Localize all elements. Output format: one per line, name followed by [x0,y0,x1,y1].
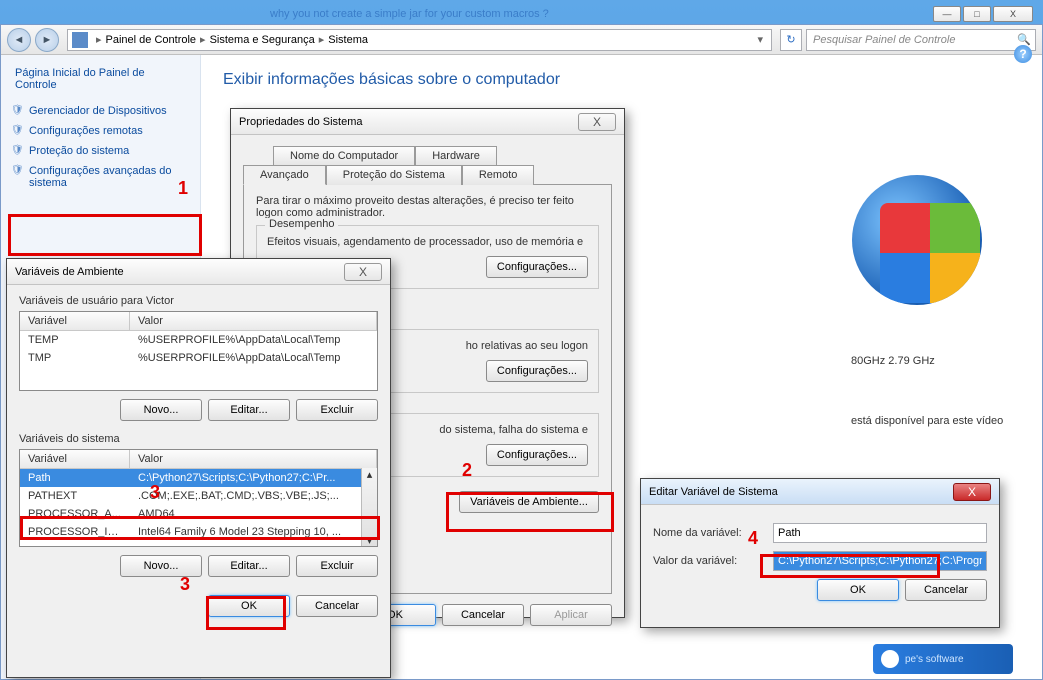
tab-hardware[interactable]: Hardware [415,146,497,165]
sys-edit-button[interactable]: Editar... [208,555,290,577]
windows-logo [852,175,982,305]
perf-settings-button[interactable]: Configurações... [486,256,588,278]
col-variable[interactable]: Variável [20,312,130,330]
search-placeholder: Pesquisar Painel de Controle [813,34,955,46]
sys-vars-label: Variáveis do sistema [19,433,378,445]
user-row-tmp[interactable]: TMP%USERPROFILE%\AppData\Local\Temp [20,349,377,367]
user-row-temp[interactable]: TEMP%USERPROFILE%\AppData\Local\Temp [20,331,377,349]
close-button[interactable]: X [993,6,1033,22]
col-value-2[interactable]: Valor [130,450,377,468]
sysprop-cancel-button[interactable]: Cancelar [442,604,524,626]
col-variable-2[interactable]: Variável [20,450,130,468]
user-delete-button[interactable]: Excluir [296,399,378,421]
var-name-input[interactable] [773,523,987,543]
nav-back-button[interactable]: ◄ [7,28,31,52]
sys-row-pathext[interactable]: PATHEXT.COM;.EXE;.BAT;.CMD;.VBS;.VBE;.JS… [20,487,377,505]
refresh-button[interactable]: ↻ [780,29,802,51]
cpu-info: 80GHz 2.79 GHz [851,355,935,367]
annot-num-2: 2 [462,460,472,481]
env-vars-dialog: Variáveis de Ambiente X Variáveis de usu… [6,258,391,678]
sysprop-title: Propriedades do Sistema [239,116,578,128]
profiles-settings-button[interactable]: Configurações... [486,360,588,382]
var-value-input[interactable] [773,551,987,571]
nav-bar: ◄ ► ▸ Painel de Controle▸ Sistema e Segu… [1,25,1042,55]
var-value-label: Valor da variável: [653,555,763,567]
perf-legend: Desempenho [265,218,338,230]
user-edit-button[interactable]: Editar... [208,399,290,421]
sidebar-item-advanced-settings[interactable]: Configurações avançadas do sistema [1,161,200,193]
sidebar-item-system-protection[interactable]: Proteção do sistema [1,141,200,161]
tab-remote[interactable]: Remoto [462,165,535,185]
env-vars-button[interactable]: Variáveis de Ambiente... [459,491,599,513]
nav-forward-button[interactable]: ► [35,28,59,52]
search-input[interactable]: Pesquisar Painel de Controle 🔍 [806,29,1036,51]
sysprop-apply-button[interactable]: Aplicar [530,604,612,626]
annot-num-1: 1 [178,178,188,199]
sidebar-item-device-manager[interactable]: Gerenciador de Dispositivos [1,101,200,121]
sysprop-intro: Para tirar o máximo proveito destas alte… [256,195,599,219]
sys-delete-button[interactable]: Excluir [296,555,378,577]
taskbar-brand: pe's software [873,644,1013,674]
help-icon[interactable]: ? [1014,45,1032,63]
sys-row-path[interactable]: PathC:\Python27\Scripts;C:\Python27;C:\P… [20,469,377,487]
annot-num-3: 3 [150,482,160,503]
tab-computer-name[interactable]: Nome do Computador [273,146,415,165]
crumb-2[interactable]: Sistema [328,34,368,46]
var-name-label: Nome da variável: [653,527,763,539]
startup-settings-button[interactable]: Configurações... [486,444,588,466]
editvar-close-button[interactable]: X [953,483,991,501]
editvar-title: Editar Variável de Sistema [649,486,953,498]
sidebar-item-remote-settings[interactable]: Configurações remotas [1,121,200,141]
crumb-1[interactable]: Sistema e Segurança [210,34,315,46]
envvars-ok-button[interactable]: OK [208,595,290,617]
window-controls: — □ X [933,6,1033,22]
perf-desc: Efeitos visuais, agendamento de processa… [267,236,588,248]
editvar-ok-button[interactable]: OK [817,579,899,601]
page-title: Exibir informações básicas sobre o compu… [223,71,1020,89]
envvars-close-button[interactable]: X [344,263,382,281]
user-new-button[interactable]: Novo... [120,399,202,421]
sidebar-header[interactable]: Página Inicial do Painel de Controle [1,67,200,101]
annot-num-4: 4 [748,528,758,549]
envvars-title: Variáveis de Ambiente [15,266,344,278]
sys-row-proc-id[interactable]: PROCESSOR_ID...Intel64 Family 6 Model 23… [20,523,377,541]
sysprop-close-button[interactable]: X [578,113,616,131]
maximize-button[interactable]: □ [963,6,991,22]
user-vars-list[interactable]: VariávelValor TEMP%USERPROFILE%\AppData\… [19,311,378,391]
scrollbar[interactable]: ▴ ▾ [361,468,377,546]
col-value[interactable]: Valor [130,312,377,330]
edit-variable-dialog: Editar Variável de Sistema X Nome da var… [640,478,1000,628]
display-info: está disponível para este vídeo [851,415,1003,427]
user-vars-label: Variáveis de usuário para Victor [19,295,378,307]
envvars-cancel-button[interactable]: Cancelar [296,595,378,617]
annot-num-3b: 3 [180,574,190,595]
sys-row-proc-arch[interactable]: PROCESSOR_A...AMD64 [20,505,377,523]
breadcrumb[interactable]: ▸ Painel de Controle▸ Sistema e Seguranç… [67,29,772,51]
sys-vars-list[interactable]: VariávelValor PathC:\Python27\Scripts;C:… [19,449,378,547]
crumb-0[interactable]: Painel de Controle [106,34,197,46]
background-link: why you not create a simple jar for your… [270,8,549,20]
editvar-cancel-button[interactable]: Cancelar [905,579,987,601]
tab-advanced[interactable]: Avançado [243,165,326,185]
tab-system-protection[interactable]: Proteção do Sistema [326,165,462,185]
minimize-button[interactable]: — [933,6,961,22]
search-icon: 🔍 [1017,33,1031,46]
control-panel-icon [72,32,88,48]
